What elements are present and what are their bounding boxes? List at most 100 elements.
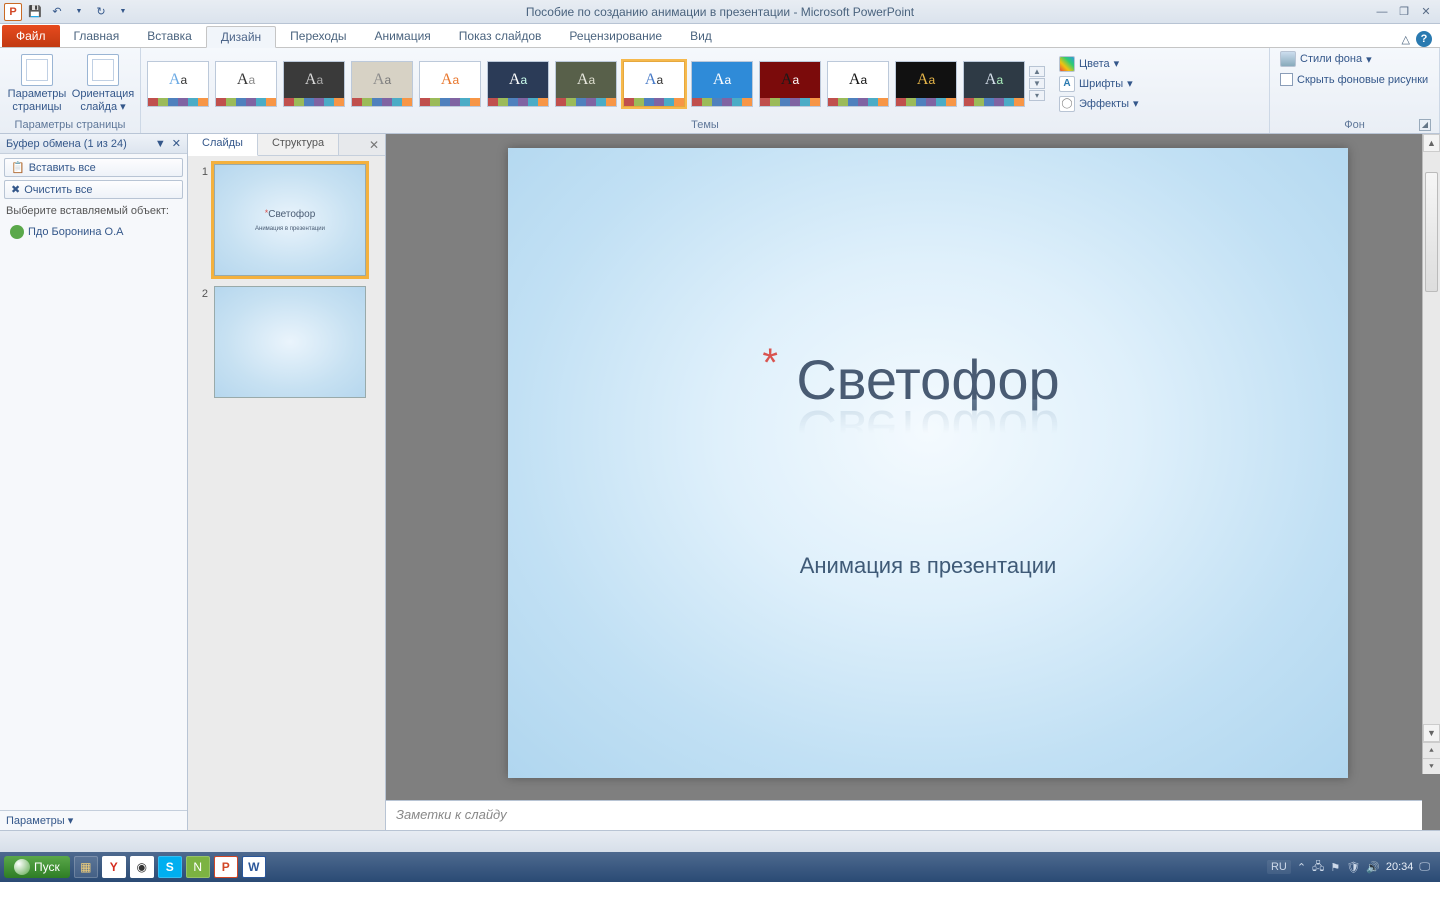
- taskbar-chrome-icon[interactable]: ◉: [130, 856, 154, 878]
- theme-thumbnail[interactable]: Aa: [963, 61, 1025, 107]
- theme-thumbnail[interactable]: Aa: [215, 61, 277, 107]
- clipboard-options-button[interactable]: Параметры ▾: [0, 810, 187, 830]
- theme-thumbnail[interactable]: Aa: [555, 61, 617, 107]
- slides-pane: Слайды Структура ✕ 1*СветофорАнимация в …: [188, 134, 386, 830]
- theme-thumbnail[interactable]: Aa: [351, 61, 413, 107]
- slide-subtitle[interactable]: Анимация в презентации: [800, 553, 1057, 579]
- tray-chevron-icon[interactable]: ⌃: [1297, 861, 1306, 874]
- minimize-button[interactable]: —: [1372, 4, 1392, 20]
- title-bar: P 💾 ↶ ▼ ↻ ▼ Пособие по созданию анимации…: [0, 0, 1440, 24]
- bg-styles-label: Стили фона: [1300, 53, 1362, 65]
- group-label-background: Фон◢: [1276, 117, 1433, 133]
- paste-icon: 📋: [11, 161, 25, 174]
- undo-dropdown-icon[interactable]: ▼: [70, 3, 88, 21]
- tray-shield-icon[interactable]: 🛡: [1346, 861, 1360, 874]
- theme-thumbnail[interactable]: Aa: [691, 61, 753, 107]
- taskbar-skype-icon[interactable]: S: [158, 856, 182, 878]
- notes-pane[interactable]: Заметки к слайду: [386, 800, 1422, 830]
- tab-animation[interactable]: Анимация: [360, 25, 444, 47]
- slide-orientation-button[interactable]: Ориентация слайда ▾: [72, 54, 134, 112]
- taskbar-powerpoint-icon[interactable]: P: [214, 856, 238, 878]
- vertical-scrollbar[interactable]: ▲ ▼ ⯅ ⯆: [1422, 134, 1440, 774]
- clipboard-item[interactable]: Пдо Боронина О.А: [6, 221, 181, 243]
- taskbar-word-icon[interactable]: W: [242, 856, 266, 878]
- tab-slideshow[interactable]: Показ слайдов: [445, 25, 556, 47]
- slide-canvas[interactable]: *Светофор Светофор Анимация в презентаци…: [508, 148, 1348, 778]
- group-label-themes: Темы: [147, 117, 1263, 133]
- taskbar-explorer-icon[interactable]: ▦: [74, 856, 98, 878]
- taskbar: Пуск ▦ Y ◉ S N P W RU ⌃ 🖧 ⚑ 🛡 🔊 20:34 🖵: [0, 852, 1440, 882]
- themes-scroll-buttons: ▲ ▼ ▾: [1029, 66, 1045, 101]
- page-setup-button[interactable]: Параметры страницы: [6, 54, 68, 112]
- theme-thumbnail[interactable]: Aa: [827, 61, 889, 107]
- tray-flag-icon[interactable]: ⚑: [1330, 861, 1340, 874]
- tab-review[interactable]: Рецензирование: [555, 25, 676, 47]
- restore-button[interactable]: ❐: [1394, 4, 1414, 20]
- prev-slide-button[interactable]: ⯅: [1423, 742, 1440, 758]
- save-icon[interactable]: 💾: [26, 3, 44, 21]
- slide-title-reflection: Светофор: [796, 398, 1059, 463]
- group-label-page-setup: Параметры страницы: [6, 117, 134, 133]
- taskbar-notepad-icon[interactable]: N: [186, 856, 210, 878]
- next-slide-button[interactable]: ⯆: [1423, 758, 1440, 774]
- redo-icon[interactable]: ↻: [92, 3, 110, 21]
- pane-tab-slides[interactable]: Слайды: [188, 134, 258, 156]
- tray-monitor-icon[interactable]: 🖵: [1419, 861, 1430, 874]
- theme-thumbnail[interactable]: Aa: [419, 61, 481, 107]
- help-icon[interactable]: ?: [1416, 31, 1432, 47]
- effects-button[interactable]: ◯Эффекты ▾: [1055, 95, 1143, 113]
- bg-dialog-launcher[interactable]: ◢: [1419, 119, 1431, 131]
- tray-volume-icon[interactable]: 🔊: [1366, 861, 1380, 874]
- orientation-label: Ориентация слайда ▾: [72, 88, 134, 112]
- thumb-row: 2: [198, 286, 375, 398]
- ribbon-design: Параметры страницы Ориентация слайда ▾ П…: [0, 48, 1440, 134]
- windows-orb-icon: [14, 859, 30, 875]
- language-indicator[interactable]: RU: [1267, 860, 1291, 874]
- tab-design[interactable]: Дизайн: [206, 26, 276, 48]
- tray-network-icon[interactable]: 🖧: [1312, 858, 1324, 877]
- qat-dropdown-icon[interactable]: ▼: [114, 3, 132, 21]
- themes-expand[interactable]: ▾: [1029, 90, 1045, 101]
- paste-all-button[interactable]: 📋Вставить все: [4, 158, 183, 177]
- theme-thumbnail[interactable]: Aa: [487, 61, 549, 107]
- tab-insert[interactable]: Вставка: [133, 25, 206, 47]
- scroll-track[interactable]: [1423, 152, 1440, 724]
- scroll-down-icon[interactable]: ▼: [1423, 724, 1440, 742]
- themes-scroll-up[interactable]: ▲: [1029, 66, 1045, 77]
- pane-tabs: Слайды Структура ✕: [188, 134, 385, 156]
- theme-thumbnail[interactable]: Aa: [895, 61, 957, 107]
- scroll-handle[interactable]: [1425, 172, 1438, 292]
- theme-thumbnail[interactable]: Aa: [759, 61, 821, 107]
- themes-scroll-down[interactable]: ▼: [1029, 78, 1045, 89]
- bg-styles-icon: [1280, 51, 1296, 67]
- tab-view[interactable]: Вид: [676, 25, 726, 47]
- minimize-ribbon-icon[interactable]: △: [1402, 33, 1410, 46]
- hide-bg-graphics-checkbox[interactable]: Скрыть фоновые рисунки: [1276, 72, 1432, 87]
- theme-thumbnail[interactable]: Aa: [623, 61, 685, 107]
- tab-home[interactable]: Главная: [60, 25, 134, 47]
- undo-icon[interactable]: ↶: [48, 3, 66, 21]
- start-button[interactable]: Пуск: [4, 856, 70, 878]
- colors-button[interactable]: Цвета ▾: [1055, 55, 1143, 73]
- theme-thumbnail[interactable]: Aa: [283, 61, 345, 107]
- pane-close-icon[interactable]: ✕: [363, 134, 385, 155]
- themes-gallery: AaAaAaAaAaAaAaAaAaAaAaAaAa: [147, 61, 1025, 107]
- close-button[interactable]: ✕: [1416, 4, 1436, 20]
- fonts-button[interactable]: AШрифты ▾: [1055, 75, 1143, 93]
- theme-thumbnail[interactable]: Aa: [147, 61, 209, 107]
- clipboard-dropdown-icon[interactable]: ▼: [155, 138, 166, 150]
- clipboard-title: Буфер обмена (1 из 24): [6, 138, 127, 150]
- tab-transitions[interactable]: Переходы: [276, 25, 360, 47]
- clear-all-button[interactable]: ✖Очистить все: [4, 180, 183, 199]
- pane-tab-outline[interactable]: Структура: [258, 134, 339, 155]
- tab-file[interactable]: Файл: [2, 25, 60, 47]
- taskbar-yandex-icon[interactable]: Y: [102, 856, 126, 878]
- group-themes: AaAaAaAaAaAaAaAaAaAaAaAaAa ▲ ▼ ▾ Цвета ▾…: [141, 48, 1270, 133]
- slide-thumbnail[interactable]: [214, 286, 366, 398]
- tray-clock[interactable]: 20:34: [1386, 861, 1414, 873]
- background-styles-button[interactable]: Стили фона ▾: [1276, 50, 1376, 68]
- checkbox-box: [1280, 73, 1293, 86]
- scroll-up-icon[interactable]: ▲: [1423, 134, 1440, 152]
- slide-thumbnail[interactable]: *СветофорАнимация в презентации: [214, 164, 366, 276]
- clipboard-close-icon[interactable]: ✕: [172, 137, 181, 150]
